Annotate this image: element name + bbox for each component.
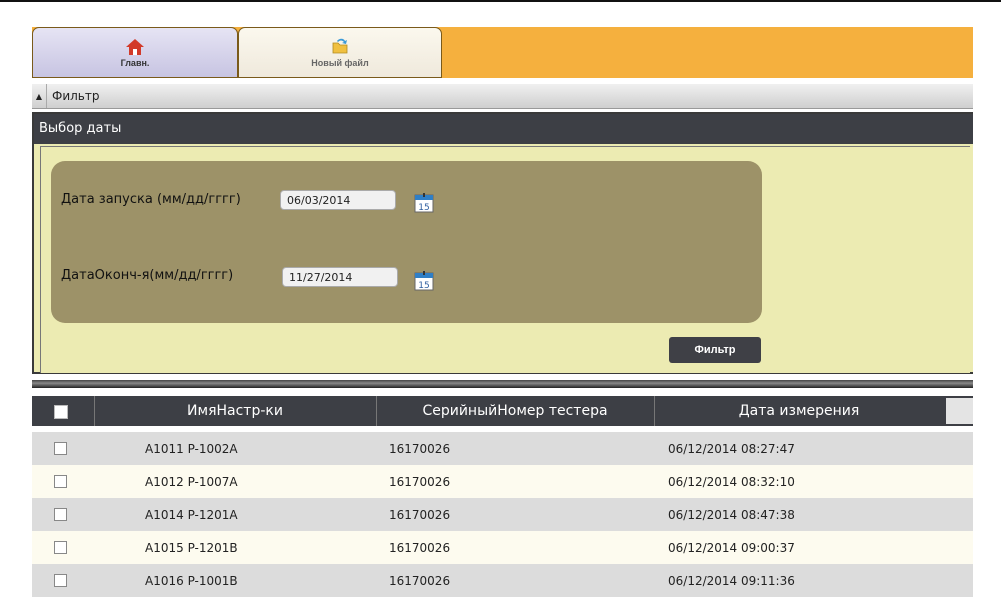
tab-home[interactable]: Главн.: [32, 27, 238, 78]
cell-date: 06/12/2014 08:47:38: [668, 508, 795, 522]
tab-new-file-label: Новый файл: [311, 57, 369, 68]
start-date-label: Дата запуска (мм/дд/гггг): [61, 192, 241, 207]
cell-serial: 16170026: [389, 442, 451, 456]
select-all-column: [32, 396, 95, 426]
cell-serial: 16170026: [389, 541, 451, 555]
tab-new-file[interactable]: Новый файл: [238, 27, 442, 78]
new-file-icon: [332, 38, 348, 53]
cell-date: 06/12/2014 08:32:10: [668, 475, 795, 489]
cell-name: A1014 P-1201A: [145, 508, 238, 522]
row-checkbox[interactable]: [54, 508, 67, 521]
table-row[interactable]: A1012 P-1007A 16170026 06/12/2014 08:32:…: [32, 465, 973, 498]
cell-name: A1016 P-1001B: [145, 574, 238, 588]
end-date-label: ДатаОконч-я(мм/дд/гггг): [61, 268, 234, 283]
table-row[interactable]: A1015 P-1201B 16170026 06/12/2014 09:00:…: [32, 531, 973, 564]
collapse-toggle[interactable]: ▲: [32, 84, 47, 108]
cell-date: 06/12/2014 08:27:47: [668, 442, 795, 456]
grid-header: ИмяНастр-ки СерийныйНомер тестера Дата и…: [32, 396, 973, 426]
chevron-up-icon: ▲: [35, 91, 43, 101]
date-filter-panel: Выбор даты Дата запуска (мм/дд/гггг) 06/…: [32, 112, 973, 374]
table-row[interactable]: A1014 P-1201A 16170026 06/12/2014 08:47:…: [32, 498, 973, 531]
cell-name: A1012 P-1007A: [145, 475, 238, 489]
filter-title: Фильтр: [52, 89, 100, 103]
date-range-box: Дата запуска (мм/дд/гггг) 06/03/2014 15 …: [51, 161, 762, 323]
table-row[interactable]: A1016 P-1001B 16170026 06/12/2014 09:11:…: [32, 564, 973, 597]
cell-serial: 16170026: [389, 475, 451, 489]
filter-button[interactable]: Фильтр: [669, 337, 761, 363]
home-icon: [126, 38, 144, 55]
svg-text:15: 15: [418, 203, 429, 213]
row-checkbox[interactable]: [54, 475, 67, 488]
row-checkbox[interactable]: [54, 541, 67, 554]
tab-bar: Главн. Новый файл: [32, 27, 973, 78]
panel-body: Дата запуска (мм/дд/гггг) 06/03/2014 15 …: [40, 146, 970, 373]
svg-text:15: 15: [418, 281, 429, 291]
cell-date: 06/12/2014 09:11:36: [668, 574, 795, 588]
row-checkbox[interactable]: [54, 442, 67, 455]
grid-rows: A1011 P-1002A 16170026 06/12/2014 08:27:…: [32, 432, 973, 597]
cell-serial: 16170026: [389, 574, 451, 588]
row-checkbox[interactable]: [54, 574, 67, 587]
end-date-input[interactable]: 11/27/2014: [282, 267, 398, 287]
column-header-date[interactable]: Дата измерения: [654, 396, 944, 426]
splitter[interactable]: [32, 380, 973, 388]
column-header-extra: [946, 398, 973, 424]
start-date-input[interactable]: 06/03/2014: [280, 190, 396, 210]
calendar-icon[interactable]: 15: [414, 271, 434, 291]
cell-name: A1015 P-1201B: [145, 541, 238, 555]
select-all-checkbox[interactable]: [54, 405, 68, 419]
tab-home-label: Главн.: [120, 57, 150, 68]
cell-serial: 16170026: [389, 508, 451, 522]
table-row[interactable]: A1011 P-1002A 16170026 06/12/2014 08:27:…: [32, 432, 973, 465]
column-header-serial[interactable]: СерийныйНомер тестера: [376, 396, 655, 426]
calendar-icon[interactable]: 15: [414, 193, 434, 213]
column-header-name[interactable]: ИмяНастр-ки: [94, 396, 377, 426]
filter-header: ▲ Фильтр: [32, 84, 973, 109]
top-border: [0, 0, 1001, 2]
cell-date: 06/12/2014 09:00:37: [668, 541, 795, 555]
cell-name: A1011 P-1002A: [145, 442, 238, 456]
panel-title: Выбор даты: [34, 114, 973, 144]
